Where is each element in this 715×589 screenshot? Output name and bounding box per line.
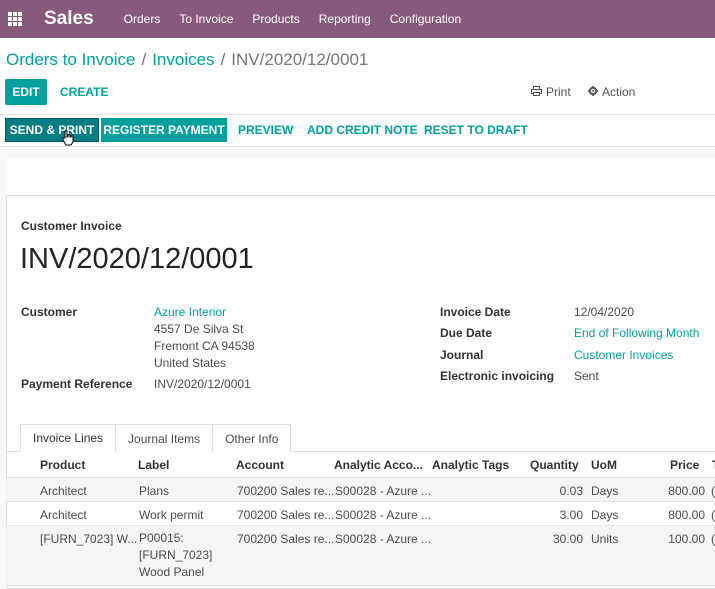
control-panel-divider bbox=[0, 114, 715, 115]
preview-button[interactable]: PREVIEW bbox=[238, 118, 293, 142]
invoice-date-label: Invoice Date bbox=[440, 305, 511, 319]
cell-taxes: ( bbox=[711, 532, 715, 546]
table-header: Product Label Account Analytic Acco... A… bbox=[6, 452, 715, 478]
col-account[interactable]: Account bbox=[236, 458, 284, 472]
cell-taxes: ( bbox=[711, 508, 715, 522]
payment-reference-label: Payment Reference bbox=[21, 377, 133, 391]
add-credit-note-button[interactable]: ADD CREDIT NOTE bbox=[307, 118, 418, 142]
menu-to-invoice[interactable]: To Invoice bbox=[179, 12, 233, 26]
printer-icon bbox=[531, 85, 542, 99]
table-row[interactable]: Architect Plans 700200 Sales re... S0002… bbox=[6, 478, 715, 502]
cell-account: 700200 Sales re... bbox=[237, 508, 335, 522]
col-uom[interactable]: UoM bbox=[591, 458, 617, 472]
cell-quantity: 3.00 bbox=[559, 508, 583, 522]
cell-quantity: 30.00 bbox=[552, 532, 583, 546]
sheet-header-strip bbox=[6, 158, 715, 196]
gear-icon bbox=[588, 85, 598, 99]
action-button[interactable]: Action bbox=[588, 79, 635, 105]
breadcrumb-invoices[interactable]: Invoices bbox=[152, 50, 214, 70]
cell-product: Architect bbox=[40, 484, 87, 498]
invoice-number: INV/2020/12/0001 bbox=[20, 243, 254, 275]
electronic-invoicing-value: Sent bbox=[574, 369, 599, 383]
journal-link[interactable]: Customer Invoices bbox=[574, 348, 673, 362]
hand-cursor-icon bbox=[62, 130, 74, 150]
cell-uom: Days bbox=[591, 508, 619, 522]
table-row[interactable]: [FURN_7023] W... P00015: [FURN_7023] Woo… bbox=[6, 526, 715, 586]
col-product[interactable]: Product bbox=[40, 458, 85, 472]
reset-to-draft-button[interactable]: RESET TO DRAFT bbox=[424, 118, 528, 142]
cell-account: 700200 Sales re... bbox=[237, 484, 335, 498]
col-label[interactable]: Label bbox=[138, 458, 169, 472]
breadcrumb-separator: / bbox=[141, 50, 147, 69]
due-date-label: Due Date bbox=[440, 326, 493, 340]
col-analytic-tags[interactable]: Analytic Tags bbox=[432, 458, 509, 472]
cell-product: [FURN_7023] W... bbox=[40, 532, 138, 546]
cell-label: P00015: [FURN_7023] Wood Panel bbox=[139, 531, 213, 579]
cell-account: 700200 Sales re... bbox=[237, 532, 335, 546]
cell-uom: Units bbox=[591, 532, 619, 546]
col-price[interactable]: Price bbox=[670, 458, 699, 472]
col-analytic-account[interactable]: Analytic Acco... bbox=[334, 458, 423, 472]
breadcrumb-current: INV/2020/12/0001 bbox=[231, 50, 369, 69]
action-label: Action bbox=[602, 85, 636, 99]
tab-journal-items[interactable]: Journal Items bbox=[115, 424, 214, 452]
menu-products[interactable]: Products bbox=[252, 12, 299, 26]
statusbar-divider bbox=[0, 146, 715, 147]
cell-taxes: ( bbox=[711, 484, 715, 498]
customer-address-line3: United States bbox=[154, 356, 227, 370]
breadcrumb: Orders to Invoice / Invoices / INV/2020/… bbox=[6, 50, 368, 70]
cell-analytic-account: S00028 - Azure ... bbox=[335, 484, 432, 498]
top-navbar: Sales Orders To Invoice Products Reporti… bbox=[0, 0, 715, 38]
create-button[interactable]: CREATE bbox=[60, 79, 108, 105]
electronic-invoicing-label: Electronic invoicing bbox=[440, 369, 555, 383]
notebook-tabs: Invoice Lines Journal Items Other Info bbox=[20, 424, 292, 452]
cell-label: Work permit bbox=[139, 508, 204, 522]
cell-price: 100.00 bbox=[668, 532, 705, 546]
invoice-lines-table: Product Label Account Analytic Acco... A… bbox=[6, 452, 715, 586]
customer-address-line2: Fremont CA 94538 bbox=[154, 339, 255, 353]
breadcrumb-separator: / bbox=[220, 50, 226, 69]
journal-label: Journal bbox=[440, 348, 484, 362]
due-date-link[interactable]: End of Following Month bbox=[574, 326, 699, 340]
document-type: Customer Invoice bbox=[21, 219, 122, 233]
menu-orders[interactable]: Orders bbox=[124, 12, 161, 26]
app-name[interactable]: Sales bbox=[44, 8, 94, 30]
print-button[interactable]: Print bbox=[531, 79, 571, 105]
customer-label: Customer bbox=[21, 305, 78, 319]
cell-analytic-account: S00028 - Azure ... bbox=[335, 532, 432, 546]
cell-price: 800.00 bbox=[668, 508, 705, 522]
cell-product: Architect bbox=[40, 508, 87, 522]
cell-analytic-account: S00028 - Azure ... bbox=[335, 508, 432, 522]
customer-name-link[interactable]: Azure Interior bbox=[154, 305, 226, 319]
table-row[interactable]: Architect Work permit 700200 Sales re...… bbox=[6, 502, 715, 526]
invoice-date-value: 12/04/2020 bbox=[574, 305, 635, 319]
cell-label: Plans bbox=[139, 484, 170, 498]
send-print-button[interactable]: SEND & PRINT bbox=[5, 118, 99, 142]
register-payment-button[interactable]: REGISTER PAYMENT bbox=[101, 118, 227, 142]
cell-price: 800.00 bbox=[668, 484, 705, 498]
cell-uom: Days bbox=[591, 484, 619, 498]
print-label: Print bbox=[546, 85, 571, 99]
edit-button[interactable]: EDIT bbox=[5, 79, 47, 105]
customer-address-line1: 4557 De Silva St bbox=[154, 322, 244, 336]
payment-reference-value: INV/2020/12/0001 bbox=[154, 377, 251, 391]
tab-other-info[interactable]: Other Info bbox=[212, 424, 292, 452]
menu-reporting[interactable]: Reporting bbox=[319, 12, 371, 26]
apps-menu-icon[interactable] bbox=[8, 12, 22, 26]
menu-configuration[interactable]: Configuration bbox=[390, 12, 461, 26]
tab-invoice-lines[interactable]: Invoice Lines bbox=[20, 424, 117, 452]
cell-quantity: 0.03 bbox=[559, 484, 583, 498]
col-quantity[interactable]: Quantity bbox=[530, 458, 579, 472]
breadcrumb-orders-to-invoice[interactable]: Orders to Invoice bbox=[6, 50, 135, 70]
